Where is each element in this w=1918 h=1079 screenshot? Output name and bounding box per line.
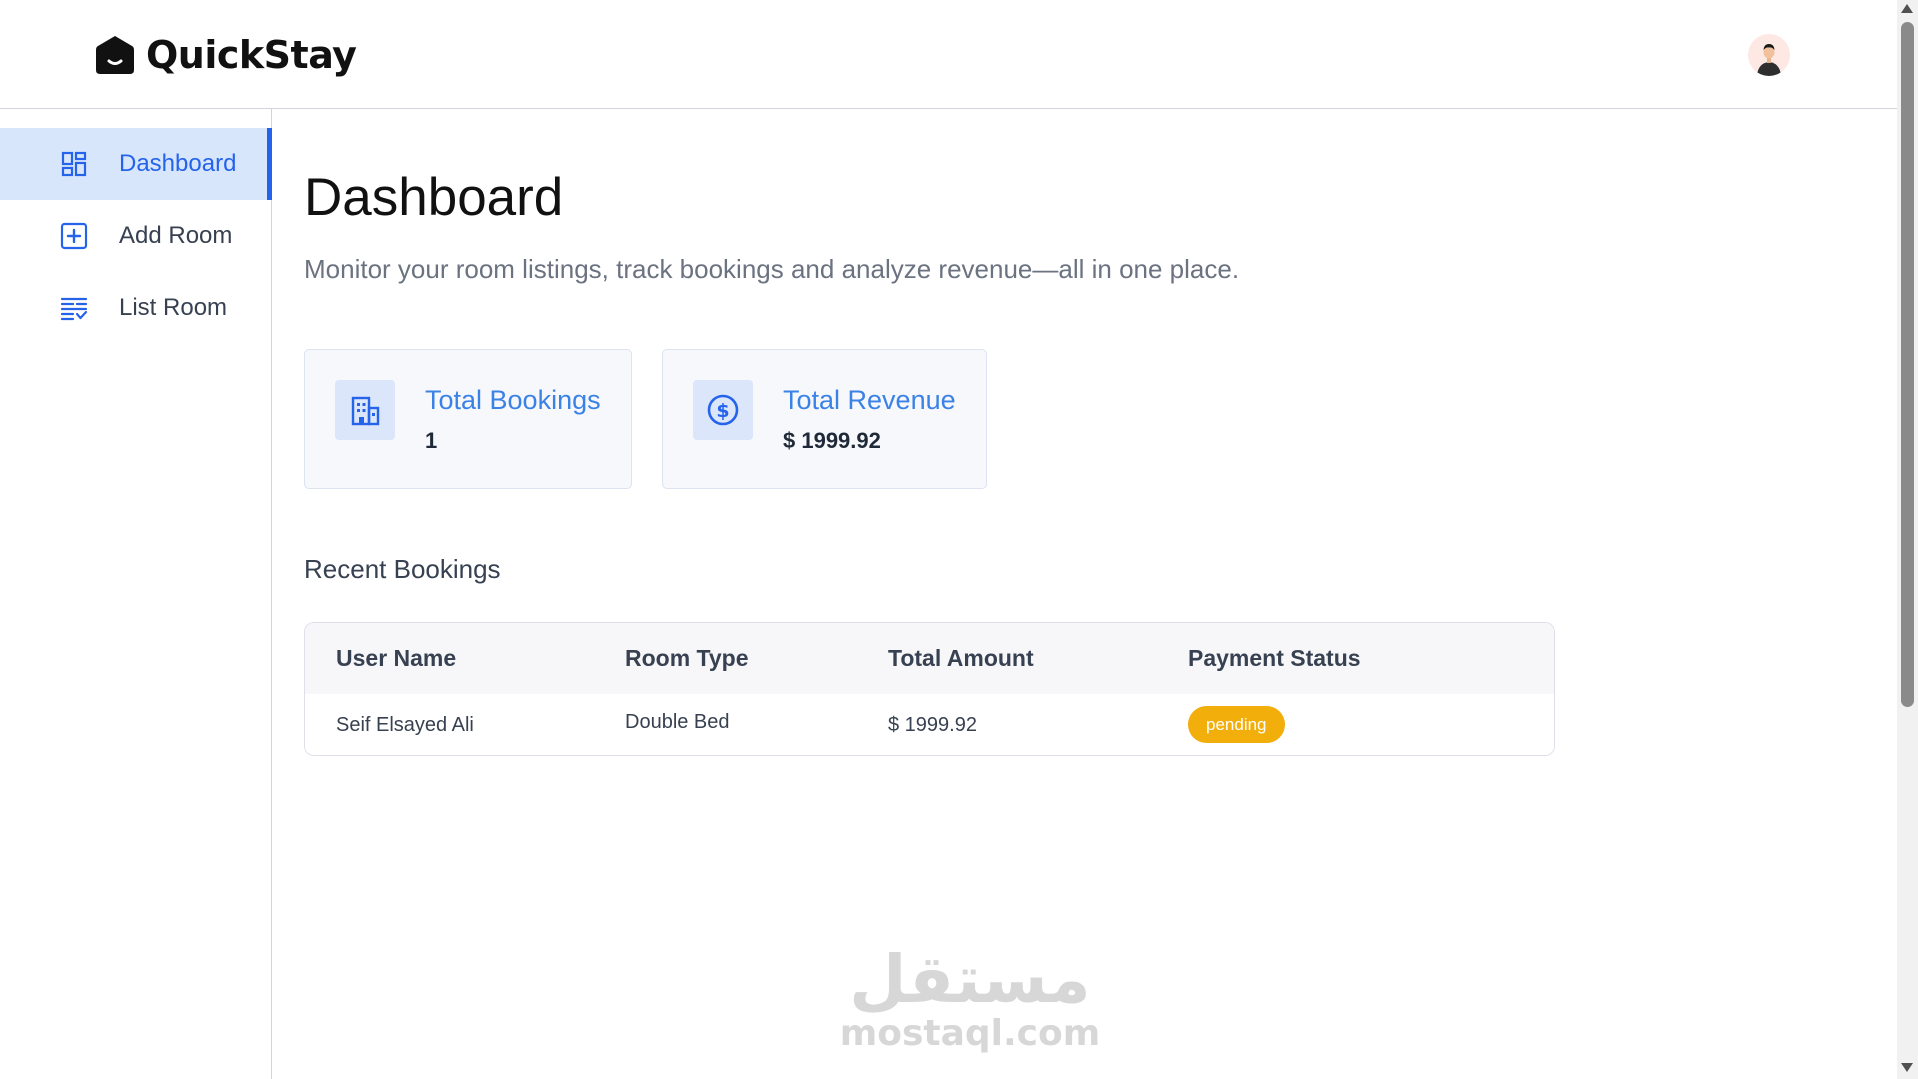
column-header-room-type: Room Type — [625, 645, 749, 671]
cell-total-amount: $ 1999.92 — [888, 714, 977, 736]
brand-logo[interactable]: QuickStay — [94, 32, 357, 78]
sidebar-item-label: Add Room — [119, 222, 233, 249]
sidebar-item-dashboard[interactable]: Dashboard — [0, 128, 272, 200]
column-header-user-name: User Name — [336, 645, 457, 671]
brand-name: QuickStay — [146, 33, 357, 77]
user-avatar-icon — [1748, 34, 1790, 76]
list-check-icon — [59, 293, 89, 323]
svg-text:$: $ — [716, 400, 729, 422]
house-logo-icon — [96, 36, 134, 74]
vertical-scrollbar[interactable] — [1897, 0, 1918, 1079]
sidebar-item-add-room[interactable]: Add Room — [0, 200, 272, 272]
plus-square-icon — [59, 221, 89, 251]
sidebar-item-label: Dashboard — [119, 150, 237, 177]
sidebar: Dashboard Add Room List Room — [0, 109, 272, 1079]
scroll-down-arrow-icon[interactable] — [1901, 1063, 1913, 1072]
stat-card-total-bookings: Total Bookings 1 — [304, 349, 632, 489]
scrollbar-thumb[interactable] — [1901, 22, 1914, 707]
top-header: QuickStay — [0, 0, 1897, 109]
stat-value: 1 — [425, 428, 438, 453]
status-badge: pending — [1188, 706, 1285, 743]
dollar-circle-icon: $ — [693, 380, 753, 440]
cell-user-name: Seif Elsayed Ali — [336, 714, 474, 736]
page-subtitle: Monitor your room listings, track bookin… — [304, 254, 1240, 284]
bookings-table: User Name Room Type Total Amount Payment… — [304, 622, 1555, 756]
cell-room-type: Double Bed — [625, 711, 730, 733]
scroll-up-arrow-icon[interactable] — [1901, 4, 1913, 13]
stat-card-total-revenue: $ Total Revenue $ 1999.92 — [662, 349, 987, 489]
user-avatar[interactable] — [1748, 34, 1790, 76]
sidebar-item-list-room[interactable]: List Room — [0, 272, 272, 344]
main-content: Dashboard Monitor your room listings, tr… — [304, 109, 1864, 1079]
sidebar-item-label: List Room — [119, 294, 228, 321]
column-header-payment-status: Payment Status — [1188, 645, 1361, 671]
stat-label: Total Bookings — [425, 385, 601, 415]
dashboard-grid-icon — [59, 149, 89, 179]
stat-label: Total Revenue — [783, 385, 956, 415]
stat-value: $ 1999.92 — [783, 428, 881, 453]
table-header: User Name Room Type Total Amount Payment… — [305, 623, 1554, 694]
recent-bookings-title: Recent Bookings — [304, 554, 501, 584]
building-icon — [335, 380, 395, 440]
table-row: Seif Elsayed Ali Double Bed $ 1999.92 pe… — [305, 694, 1554, 755]
page-title: Dashboard — [304, 168, 564, 227]
column-header-total-amount: Total Amount — [888, 645, 1034, 671]
